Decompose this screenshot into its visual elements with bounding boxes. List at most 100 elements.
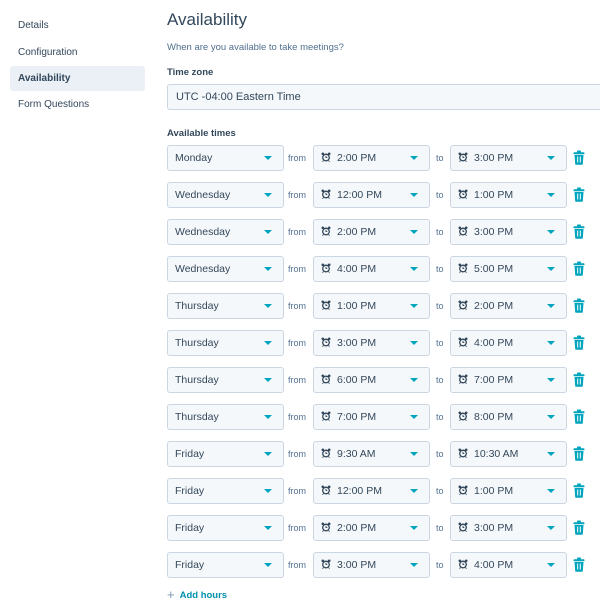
trash-icon[interactable] — [573, 298, 585, 313]
start-time-select[interactable]: 12:00 PM — [313, 182, 430, 208]
end-time-value: 2:00 PM — [474, 300, 514, 312]
alarm-clock-icon — [458, 189, 468, 199]
trash-icon[interactable] — [573, 409, 585, 424]
end-time-select[interactable]: 8:00 PM — [450, 404, 567, 430]
to-label: to — [436, 227, 444, 237]
availability-row: Wednesday from 2:00 PM to 3:00 PM — [167, 219, 600, 245]
day-select[interactable]: Friday — [167, 515, 284, 541]
start-time-select[interactable]: 1:00 PM — [313, 293, 430, 319]
caret-down-icon — [264, 378, 272, 382]
end-time-select[interactable]: 1:00 PM — [450, 478, 567, 504]
trash-icon[interactable] — [573, 520, 585, 535]
alarm-clock-icon — [321, 411, 331, 421]
to-label: to — [436, 486, 444, 496]
trash-icon[interactable] — [573, 150, 585, 165]
day-select[interactable]: Thursday — [167, 293, 284, 319]
to-label: to — [436, 264, 444, 274]
caret-down-icon — [547, 267, 555, 271]
start-time-select[interactable]: 3:00 PM — [313, 552, 430, 578]
day-value: Thursday — [175, 337, 219, 349]
sidebar-item-form-questions[interactable]: Form Questions — [10, 92, 145, 117]
from-label: from — [288, 486, 306, 496]
end-time-select[interactable]: 1:00 PM — [450, 182, 567, 208]
end-time-select[interactable]: 5:00 PM — [450, 256, 567, 282]
add-hours-label: Add hours — [179, 590, 228, 601]
day-select[interactable]: Thursday — [167, 367, 284, 393]
caret-down-icon — [410, 267, 418, 271]
sidebar-item-configuration[interactable]: Configuration — [10, 40, 145, 65]
day-select[interactable]: Thursday — [167, 330, 284, 356]
caret-down-icon — [264, 526, 272, 530]
day-select[interactable]: Thursday — [167, 404, 284, 430]
trash-icon[interactable] — [573, 187, 585, 202]
end-time-select[interactable]: 4:00 PM — [450, 330, 567, 356]
alarm-clock-icon — [321, 189, 331, 199]
end-time-select[interactable]: 7:00 PM — [450, 367, 567, 393]
caret-down-icon — [547, 563, 555, 567]
end-time-select[interactable]: 3:00 PM — [450, 219, 567, 245]
start-time-select[interactable]: 2:00 PM — [313, 145, 430, 171]
alarm-clock-icon — [458, 411, 468, 421]
page-subtitle: When are you available to take meetings? — [167, 42, 344, 53]
from-label: from — [288, 264, 306, 274]
end-time-select[interactable]: 4:00 PM — [450, 552, 567, 578]
start-time-select[interactable]: 7:00 PM — [313, 404, 430, 430]
start-time-select[interactable]: 6:00 PM — [313, 367, 430, 393]
trash-icon[interactable] — [573, 372, 585, 387]
caret-down-icon — [264, 452, 272, 456]
end-time-select[interactable]: 10:30 AM — [450, 441, 567, 467]
start-time-value: 4:00 PM — [337, 263, 377, 275]
start-time-value: 3:00 PM — [337, 559, 377, 571]
add-hours-button[interactable]: + Add hours — [167, 588, 227, 603]
end-time-value: 10:30 AM — [474, 448, 519, 460]
trash-icon[interactable] — [573, 261, 585, 276]
caret-down-icon — [547, 378, 555, 382]
day-select[interactable]: Monday — [167, 145, 284, 171]
from-label: from — [288, 560, 306, 570]
end-time-select[interactable]: 2:00 PM — [450, 293, 567, 319]
day-select[interactable]: Friday — [167, 478, 284, 504]
start-time-select[interactable]: 9:30 AM — [313, 441, 430, 467]
start-time-value: 12:00 PM — [337, 485, 382, 497]
trash-icon[interactable] — [573, 483, 585, 498]
caret-down-icon — [547, 304, 555, 308]
day-select[interactable]: Friday — [167, 552, 284, 578]
caret-down-icon — [264, 415, 272, 419]
trash-icon[interactable] — [573, 224, 585, 239]
caret-down-icon — [410, 193, 418, 197]
timezone-label: Time zone — [167, 67, 214, 78]
availability-row: Friday from 12:00 PM to 1:00 PM — [167, 478, 600, 504]
caret-down-icon — [410, 563, 418, 567]
timezone-select[interactable]: UTC -04:00 Eastern Time — [167, 84, 600, 110]
caret-down-icon — [547, 230, 555, 234]
to-label: to — [436, 338, 444, 348]
end-time-select[interactable]: 3:00 PM — [450, 145, 567, 171]
end-time-value: 8:00 PM — [474, 411, 514, 423]
alarm-clock-icon — [321, 374, 331, 384]
day-select[interactable]: Wednesday — [167, 182, 284, 208]
day-select[interactable]: Wednesday — [167, 256, 284, 282]
availability-row: Friday from 9:30 AM to 10:30 AM — [167, 441, 600, 467]
sidebar-item-availability[interactable]: Availability — [10, 66, 145, 91]
start-time-select[interactable]: 4:00 PM — [313, 256, 430, 282]
caret-down-icon — [264, 304, 272, 308]
trash-icon[interactable] — [573, 446, 585, 461]
alarm-clock-icon — [458, 559, 468, 569]
start-time-select[interactable]: 2:00 PM — [313, 219, 430, 245]
alarm-clock-icon — [321, 226, 331, 236]
start-time-select[interactable]: 2:00 PM — [313, 515, 430, 541]
sidebar-item-details[interactable]: Details — [10, 13, 145, 38]
trash-icon[interactable] — [573, 335, 585, 350]
to-label: to — [436, 301, 444, 311]
trash-icon[interactable] — [573, 557, 585, 572]
day-select[interactable]: Wednesday — [167, 219, 284, 245]
to-label: to — [436, 412, 444, 422]
end-time-value: 4:00 PM — [474, 559, 514, 571]
day-select[interactable]: Friday — [167, 441, 284, 467]
end-time-value: 4:00 PM — [474, 337, 514, 349]
availability-row: Wednesday from 12:00 PM to 1:00 PM — [167, 182, 600, 208]
start-time-select[interactable]: 3:00 PM — [313, 330, 430, 356]
start-time-select[interactable]: 12:00 PM — [313, 478, 430, 504]
end-time-select[interactable]: 3:00 PM — [450, 515, 567, 541]
end-time-value: 3:00 PM — [474, 226, 514, 238]
